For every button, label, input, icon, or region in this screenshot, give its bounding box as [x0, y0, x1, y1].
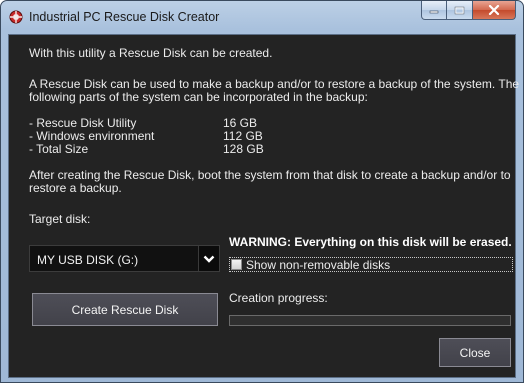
close-icon [488, 5, 500, 15]
show-nonremovable-checkbox[interactable] [231, 259, 242, 270]
progress-label: Creation progress: [229, 291, 328, 305]
create-rescue-disk-button[interactable]: Create Rescue Disk [32, 293, 218, 326]
dialog-body: With this utility a Rescue Disk can be c… [8, 34, 519, 378]
life-ring-icon [9, 10, 23, 24]
size-table: - Rescue Disk Utility 16 GB - Windows en… [29, 117, 264, 156]
target-disk-select[interactable]: MY USB DISK (G:) [29, 245, 220, 272]
target-disk-value: MY USB DISK (G:) [37, 253, 139, 267]
intro-text: With this utility a Rescue Disk can be c… [29, 46, 273, 60]
minimize-button[interactable] [421, 1, 447, 20]
maximize-icon [454, 6, 465, 14]
show-nonremovable-option[interactable]: Show non-removable disks [229, 257, 513, 272]
description-line-2: following parts of the system can be inc… [29, 90, 368, 104]
minimize-icon [429, 10, 439, 14]
creation-progress-bar [229, 315, 511, 326]
close-button[interactable]: Close [439, 338, 511, 367]
close-window-button[interactable] [473, 1, 516, 20]
title-bar[interactable]: Industrial PC Rescue Disk Creator [1, 1, 523, 35]
size-label: - Total Size [29, 142, 89, 156]
dropdown-arrow[interactable] [198, 246, 219, 271]
after-text-line-2: restore a backup. [29, 181, 122, 195]
size-row: - Total Size 128 GB [29, 143, 264, 156]
chevron-down-icon [203, 255, 215, 263]
app-window: Industrial PC Rescue Disk Creator With t… [0, 0, 524, 383]
size-value: 128 GB [223, 142, 264, 156]
show-nonremovable-label: Show non-removable disks [246, 258, 391, 272]
window-title: Industrial PC Rescue Disk Creator [29, 10, 220, 24]
erase-warning: WARNING: Everything on this disk will be… [229, 235, 512, 249]
maximize-button[interactable] [447, 1, 473, 20]
caption-buttons [421, 1, 516, 21]
target-disk-label: Target disk: [29, 212, 91, 226]
